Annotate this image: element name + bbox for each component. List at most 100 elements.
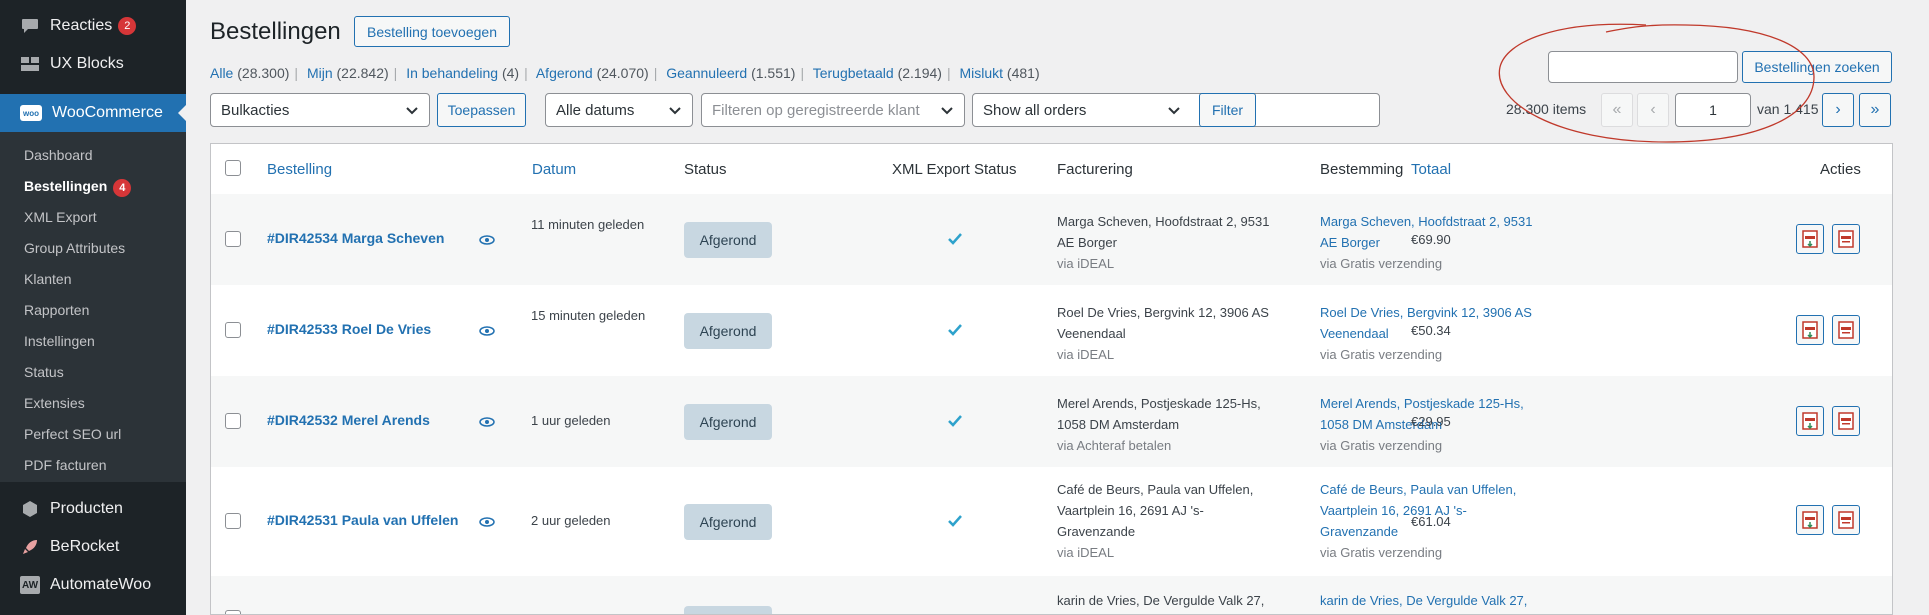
pdf-invoice-button[interactable] — [1796, 505, 1824, 535]
view-mijn[interactable]: Mijn (22.842) — [307, 65, 389, 81]
shipping-address[interactable]: karin de Vries, De Vergulde Valk 27, — [1320, 590, 1560, 611]
order-total: €29.95 — [1411, 414, 1451, 429]
order-date: 2 uur geleden — [531, 513, 611, 528]
customer-filter-select[interactable]: Filteren op geregistreerde klant — [701, 93, 965, 127]
submenu-perfect-seo-url[interactable]: Perfect SEO url — [24, 426, 121, 442]
bulk-actions-select[interactable]: Bulkacties — [210, 93, 430, 127]
checkmark-icon — [948, 324, 962, 336]
submenu-bestellingen[interactable]: Bestellingen 4 — [24, 178, 132, 197]
sidebar-item-label: BeRocket — [50, 538, 120, 555]
order-total: €69.90 — [1411, 232, 1451, 247]
page-title: Bestellingen — [210, 18, 341, 45]
comments-count-badge: 2 — [118, 17, 137, 35]
chevron-down-icon — [941, 107, 953, 115]
pdf-packing-slip-button[interactable] — [1832, 224, 1860, 254]
order-total: €50.34 — [1411, 323, 1451, 338]
sidebar-item-producten[interactable]: Producten — [0, 490, 186, 528]
eye-icon[interactable] — [479, 417, 495, 427]
row-checkbox[interactable] — [225, 231, 241, 247]
box-icon — [20, 499, 40, 519]
order-link[interactable]: #DIR42533 Roel De Vries — [267, 321, 431, 337]
view-geannuleerd[interactable]: Geannuleerd (1.551) — [666, 65, 795, 81]
sidebar-item-woocommerce[interactable]: woo WooCommerce — [0, 94, 186, 132]
eye-icon[interactable] — [479, 326, 495, 336]
submenu-dashboard[interactable]: Dashboard — [24, 147, 93, 163]
speech-bubble-icon — [20, 16, 40, 36]
select-placeholder: Filteren op geregistreerde klant — [712, 101, 920, 119]
status-badge: Afgerond — [684, 313, 772, 349]
select-value: Bulkacties — [221, 101, 290, 119]
sidebar-item-berocket[interactable]: BeRocket — [0, 528, 186, 566]
admin-sidebar: Reacties 2 UX Blocks woo WooCommerce Das… — [0, 0, 186, 615]
rocket-icon — [20, 537, 40, 557]
order-link[interactable]: #DIR42534 Marga Scheven — [267, 230, 444, 246]
pdf-packing-slip-button[interactable] — [1832, 315, 1860, 345]
date-filter-select[interactable]: Alle datums — [545, 93, 693, 127]
order-link[interactable]: #DIR42531 Paula van Uffelen — [267, 512, 458, 528]
checkmark-icon — [948, 233, 962, 245]
table-row: #DIR42531 Paula van Uffelen 2 uur gelede… — [211, 467, 1892, 576]
submenu-group-attributes[interactable]: Group Attributes — [24, 240, 125, 256]
select-all-checkbox[interactable] — [225, 160, 241, 176]
row-checkbox[interactable] — [225, 513, 241, 529]
col-date[interactable]: Datum — [532, 161, 576, 178]
pdf-invoice-button[interactable] — [1796, 406, 1824, 436]
view-mislukt[interactable]: Mislukt (481) — [959, 65, 1039, 81]
row-checkbox[interactable] — [225, 322, 241, 338]
main-content: Bestellingen Bestelling toevoegen Alle (… — [186, 0, 1929, 615]
submenu-label: Bestellingen — [24, 178, 108, 194]
pdf-icon — [1838, 511, 1854, 529]
submenu-klanten[interactable]: Klanten — [24, 271, 71, 287]
billing-address: Café de Beurs, Paula van Uffelen, Vaartpl… — [1057, 482, 1254, 560]
view-afgerond[interactable]: Afgerond (24.070) — [536, 65, 649, 81]
table-row: karin de Vries, De Vergulde Valk 27, kar… — [211, 576, 1892, 614]
status-badge: Afgerond — [684, 222, 772, 258]
next-page-button[interactable]: › — [1822, 93, 1854, 127]
col-status: Status — [684, 161, 727, 178]
view-in-behandeling[interactable]: In behandeling (4) — [406, 65, 519, 81]
col-total[interactable]: Totaal — [1411, 161, 1451, 178]
submenu-extensies[interactable]: Extensies — [24, 395, 85, 411]
apply-button[interactable]: Toepassen — [437, 93, 526, 127]
filter-button[interactable]: Filter — [1199, 93, 1256, 127]
pdf-icon — [1838, 230, 1854, 248]
status-badge: Afgerond — [684, 504, 772, 540]
pdf-packing-slip-button[interactable] — [1832, 406, 1860, 436]
submenu-instellingen[interactable]: Instellingen — [24, 333, 95, 349]
submenu-pdf-facturen[interactable]: PDF facturen — [24, 457, 106, 473]
order-date: 1 uur geleden — [531, 413, 611, 428]
select-value: Alle datums — [556, 101, 635, 119]
view-alle[interactable]: Alle (28.300) — [210, 65, 289, 81]
pdf-icon — [1802, 412, 1818, 430]
sidebar-item-automatewoo[interactable]: AW AutomateWoo — [0, 566, 186, 604]
billing-address: Roel De Vries, Bergvink 12, 3906 AS Veene… — [1057, 305, 1269, 362]
view-terugbetaald[interactable]: Terugbetaald (2.194) — [813, 65, 942, 81]
pdf-invoice-button[interactable] — [1796, 315, 1824, 345]
submenu-xml-export[interactable]: XML Export — [24, 209, 97, 225]
col-billing: Facturering — [1057, 161, 1133, 178]
sidebar-item-ux-blocks[interactable]: UX Blocks — [0, 45, 186, 83]
pdf-invoice-button[interactable] — [1796, 224, 1824, 254]
orders-type-select[interactable]: Show all orders — [972, 93, 1380, 127]
eye-icon[interactable] — [479, 235, 495, 245]
order-date: 15 minuten geleden — [531, 308, 646, 323]
sidebar-item-reacties[interactable]: Reacties 2 — [0, 7, 186, 45]
order-link[interactable]: #DIR42532 Merel Arends — [267, 412, 430, 428]
pdf-icon — [1838, 321, 1854, 339]
sidebar-item-label: Producten — [50, 500, 123, 517]
row-checkbox[interactable] — [225, 610, 241, 614]
pdf-packing-slip-button[interactable] — [1832, 505, 1860, 535]
add-order-button[interactable]: Bestelling toevoegen — [354, 16, 510, 47]
aw-logo-icon: AW — [20, 576, 40, 594]
row-checkbox[interactable] — [225, 413, 241, 429]
table-row: #DIR42532 Merel Arends 1 uur geleden Afg… — [211, 376, 1892, 467]
last-page-button[interactable]: » — [1859, 93, 1891, 127]
pdf-icon — [1802, 511, 1818, 529]
order-total: €61.04 — [1411, 514, 1451, 529]
col-order[interactable]: Bestelling — [267, 161, 332, 178]
eye-icon[interactable] — [479, 517, 495, 527]
pdf-icon — [1838, 412, 1854, 430]
submenu-rapporten[interactable]: Rapporten — [24, 302, 89, 318]
submenu-status[interactable]: Status — [24, 364, 64, 380]
blocks-icon — [20, 54, 40, 74]
